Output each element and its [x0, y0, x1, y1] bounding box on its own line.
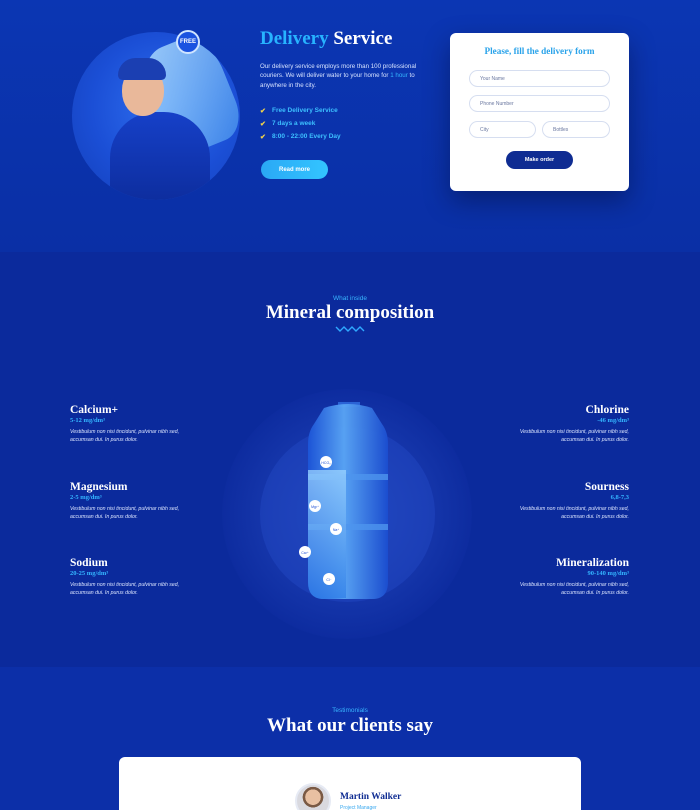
mineral-value: 2-5 mg/dm³: [70, 494, 102, 501]
testimonials-eyebrow: Testimonials: [332, 707, 368, 714]
courier-body: [110, 112, 210, 200]
testimonial-card: Martin Walker Project Manager: [119, 757, 581, 810]
check-icon: ✔: [260, 107, 266, 115]
composition-section: What inside Mineral composition HCO₃ Mg²…: [0, 252, 700, 667]
mineral-description: Vestibulum non nisi tincidunt, pulvinar …: [519, 429, 629, 444]
feature-label: Free Delivery Service: [272, 107, 338, 114]
courier-cap: [118, 58, 166, 80]
feature-item: ✔ 8:00 - 22:00 Every Day: [260, 130, 341, 143]
delivery-title-rest: Service: [333, 28, 393, 49]
mineral-chlorine: Chlorine -46 mg/dm³ Vestibulum non nisi …: [519, 404, 629, 445]
mineral-name: Mineralization: [556, 557, 629, 569]
avatar: [295, 783, 331, 810]
mineral-name: Magnesium: [70, 481, 128, 493]
mineral-sodium: Sodium 20-25 mg/dm³ Vestibulum non nisi …: [70, 557, 180, 598]
mineral-magnesium: Magnesium 2-5 mg/dm³ Vestibulum non nisi…: [70, 481, 180, 522]
delivery-description: Our delivery service employs more than 1…: [260, 62, 425, 90]
composition-eyebrow: What inside: [333, 295, 367, 302]
bottle-label-cl: Cl⁻: [326, 578, 331, 582]
feature-label: 8:00 - 22:00 Every Day: [272, 133, 341, 140]
feature-label: 7 days a week: [272, 120, 316, 127]
delivery-title-accent: Delivery: [260, 28, 329, 49]
feature-item: ✔ Free Delivery Service: [260, 104, 341, 117]
read-more-button[interactable]: Read more: [261, 160, 328, 179]
mineral-description: Vestibulum non nisi tincidunt, pulvinar …: [519, 582, 629, 597]
bottles-input[interactable]: [542, 121, 610, 138]
form-title: Please, fill the delivery form: [484, 46, 595, 56]
mineral-name: Calcium+: [70, 404, 119, 416]
feature-item: ✔ 7 days a week: [260, 117, 341, 130]
courier-photo: [72, 32, 240, 200]
mineral-value: 5-12 mg/dm³: [70, 417, 105, 424]
mineral-description: Vestibulum non nisi tincidunt, pulvinar …: [70, 429, 180, 444]
phone-input[interactable]: [469, 95, 610, 112]
mineral-description: Vestibulum non nisi tincidunt, pulvinar …: [519, 506, 629, 521]
name-input[interactable]: [469, 70, 610, 87]
testimonial-author-name: Martin Walker: [340, 792, 402, 802]
mineral-description: Vestibulum non nisi tincidunt, pulvinar …: [70, 582, 180, 597]
mineral-name: Chlorine: [585, 404, 629, 416]
bottle-label-ca: Ca²⁺: [301, 551, 309, 555]
bottle-label-hco3: HCO₃: [321, 461, 331, 465]
mineral-value: 90-140 mg/dm³: [587, 570, 630, 577]
composition-title: Mineral composition: [265, 302, 435, 323]
delivery-form: Please, fill the delivery form Make orde…: [450, 33, 629, 191]
mineral-mineralization: Mineralization 90-140 mg/dm³ Vestibulum …: [519, 557, 629, 598]
make-order-button[interactable]: Make order: [506, 151, 573, 169]
testimonials-section: Testimonials What our clients say Martin…: [0, 667, 700, 810]
mineral-calcium: Calcium+ 5-12 mg/dm³ Vestibulum non nisi…: [70, 404, 180, 445]
feature-list: ✔ Free Delivery Service ✔ 7 days a week ✔ 8…: [260, 104, 341, 143]
mineral-sourness: Sourness 6,8-7,3 Vestibulum non nisi tin…: [519, 481, 629, 522]
delivery-section: FREE Delivery Service Our delivery servi…: [0, 0, 700, 252]
mineral-name: Sourness: [584, 481, 629, 493]
testimonials-title: What our clients say: [267, 715, 433, 736]
testimonial-author-role: Project Manager: [340, 805, 377, 810]
mineral-value: -46 mg/dm³: [597, 417, 629, 424]
check-icon: ✔: [260, 120, 266, 128]
bottle-label-mg: Mg²⁺: [311, 505, 319, 509]
city-input[interactable]: [469, 121, 536, 138]
free-badge: FREE: [176, 30, 200, 54]
wave-divider-icon: [335, 326, 365, 332]
mineral-value: 6,8-7,3: [610, 494, 629, 501]
water-bottle-illustration: HCO₃ Mg²⁺ Na⁺ Ca²⁺ Cl⁻: [299, 402, 388, 599]
bottle-label-na: Na⁺: [333, 528, 339, 532]
delivery-title: Delivery Service: [260, 28, 392, 50]
check-icon: ✔: [260, 133, 266, 141]
delivery-desc-highlight: 1 hour: [390, 72, 408, 80]
mineral-value: 20-25 mg/dm³: [70, 570, 109, 577]
mineral-name: Sodium: [70, 557, 108, 569]
mineral-description: Vestibulum non nisi tincidunt, pulvinar …: [70, 506, 180, 521]
